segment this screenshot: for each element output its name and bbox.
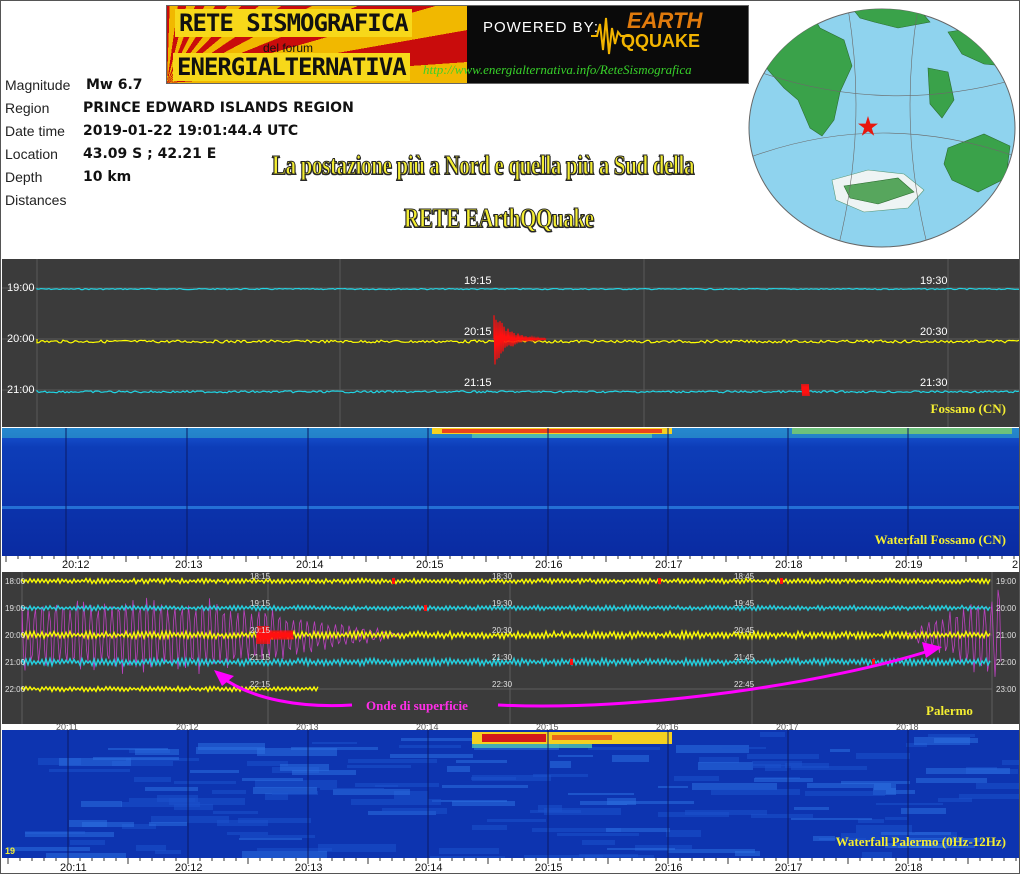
- note-line-2: RETE EArthQQuake: [404, 203, 595, 234]
- palermo-top-tick: 20:11: [56, 724, 78, 732]
- banner-title-top: RETE SISMOGRAFICA: [175, 9, 412, 37]
- palermo-inner-label: 18:15: [250, 572, 271, 581]
- region-label: Region: [5, 100, 50, 116]
- fossano-row-1-mid: 19:15: [464, 275, 492, 287]
- magnitude-label: Magnitude: [5, 77, 71, 93]
- axis1-tick-label: 2: [1012, 559, 1018, 571]
- location-label: Location: [5, 146, 58, 162]
- palermo-inner-label: 22:30: [492, 680, 513, 689]
- datetime-label: Date time: [5, 123, 65, 139]
- axis1-tick-label: 20:13: [175, 559, 203, 571]
- axis1-tick-label: 20:18: [775, 559, 803, 571]
- fossano-row-2-label: 20:00: [7, 333, 35, 345]
- palermo-left-label: 22:00: [5, 685, 26, 694]
- palermo-right-label: 22:00: [996, 658, 1017, 667]
- banner-logo: RETE SISMOGRAFICA del forum ENERGIALTERN…: [166, 5, 749, 84]
- waterfall-palermo-corner-label: 19: [5, 846, 15, 856]
- axis2-tick-label: 20:13: [295, 862, 323, 874]
- axis2-tick-label: 20:18: [895, 862, 923, 874]
- palermo-left-label: 18:00: [5, 577, 26, 586]
- palermo-inner-label: 19:45: [734, 599, 755, 608]
- palermo-top-tick: 20:16: [656, 724, 679, 732]
- depth-value: 10 km: [83, 169, 132, 185]
- palermo-left-label: 20:00: [5, 631, 26, 640]
- axis1-tick-label: 20:19: [895, 559, 923, 571]
- palermo-left-label: 19:00: [5, 604, 26, 613]
- palermo-top-tick: 20:14: [416, 724, 439, 732]
- axis2-tick-label: 20:17: [775, 862, 803, 874]
- fossano-row-2-mid: 20:15: [464, 326, 492, 338]
- palermo-inner-label: 21:45: [734, 653, 755, 662]
- region-value: PRINCE EDWARD ISLANDS REGION: [83, 100, 354, 116]
- waterfall-palermo: 20:11 20:12 20:13 20:14 20:15 20:16 20:1…: [2, 724, 1020, 858]
- fossano-row-1-right: 19:30: [920, 275, 948, 287]
- axis2-tick-label: 20:16: [655, 862, 683, 874]
- axis2-tick-label: 20:12: [175, 862, 203, 874]
- palermo-top-tick: 20:17: [776, 724, 799, 732]
- depth-label: Depth: [5, 169, 43, 185]
- palermo-inner-label: 18:45: [734, 572, 755, 581]
- waterfall-palermo-caption: Waterfall Palermo (0Hz-12Hz): [836, 834, 1006, 849]
- palermo-inner-label: 21:30: [492, 653, 513, 662]
- surface-waves-annotation: Onde di superficie: [366, 698, 468, 713]
- palermo-inner-label: 19:30: [492, 599, 513, 608]
- palermo-top-tick: 20:15: [536, 724, 559, 732]
- axis2-tick-label: 20:11: [60, 862, 87, 874]
- palermo-inner-label: 20:15: [250, 626, 271, 635]
- distances-label: Distances: [5, 192, 67, 208]
- axis1-tick-label: 20:12: [62, 559, 90, 571]
- fossano-row-1-label: 19:00: [7, 282, 35, 294]
- palermo-top-tick: 20:13: [296, 724, 319, 732]
- palermo-right-label: 20:00: [996, 604, 1017, 613]
- fossano-row-3-label: 21:00: [7, 384, 35, 396]
- globe-map: [748, 8, 1016, 248]
- palermo-right-label: 21:00: [996, 631, 1017, 640]
- axis1-tick-label: 20:14: [296, 559, 324, 571]
- powered-by-label: POWERED BY:: [483, 19, 600, 36]
- fossano-row-2-right: 20:30: [920, 326, 948, 338]
- palermo-right-label: 23:00: [996, 685, 1017, 694]
- waterfall-fossano-caption: Waterfall Fossano (CN): [875, 532, 1006, 547]
- axis2-tick-label: 20:14: [415, 862, 443, 874]
- magnitude-value: Mw 6.7: [86, 77, 143, 93]
- fossano-helicorder: Fossano (CN) 19:00 20:00 21:00 19:15 20:…: [2, 259, 1020, 427]
- banner-url-link[interactable]: http://www.energialternativa.info/ReteSi…: [423, 62, 692, 78]
- palermo-top-tick: 20:12: [176, 724, 199, 732]
- palermo-inner-label: 22:45: [734, 680, 755, 689]
- location-value: 43.09 S ; 42.21 E: [83, 146, 217, 162]
- banner-title-bottom: ENERGIALTERNATIVA: [173, 53, 410, 81]
- note-line-1: La postazione più a Nord e quella più a …: [272, 150, 695, 181]
- axis1-tick-label: 20:15: [416, 559, 444, 571]
- fossano-caption: Fossano (CN): [931, 401, 1006, 416]
- waterfall-fossano-time-axis: 20:12 20:13 20:14 20:15 20:16 20:17 20:1…: [2, 556, 1020, 572]
- palermo-inner-label: 20:45: [734, 626, 755, 635]
- waterfall-palermo-time-axis: 20:11 20:12 20:13 20:14 20:15 20:16 20:1…: [2, 858, 1020, 874]
- palermo-caption: Palermo: [926, 703, 973, 718]
- fossano-row-3-right: 21:30: [920, 377, 948, 389]
- palermo-inner-label: 18:30: [492, 572, 513, 581]
- palermo-left-label: 21:00: [5, 658, 26, 667]
- palermo-inner-label: 20:30: [492, 626, 513, 635]
- palermo-inner-label: 21:15: [250, 653, 271, 662]
- axis1-tick-label: 20:16: [535, 559, 563, 571]
- palermo-inner-label: 22:15: [250, 680, 271, 689]
- datetime-value: 2019-01-22 19:01:44.4 UTC: [83, 123, 299, 139]
- palermo-helicorder: 18:00 19:00 20:00 21:00 22:00 19:00 20:0…: [2, 572, 1020, 724]
- waterfall-fossano: Waterfall Fossano (CN): [2, 428, 1020, 556]
- fossano-row-3-mid: 21:15: [464, 377, 492, 389]
- axis1-tick-label: 20:17: [655, 559, 683, 571]
- palermo-inner-label: 19:15: [250, 599, 271, 608]
- palermo-right-label: 19:00: [996, 577, 1017, 586]
- qquake-logo-text: QQUAKE: [621, 31, 701, 51]
- axis2-tick-label: 20:15: [535, 862, 563, 874]
- palermo-top-tick: 20:18: [896, 724, 919, 732]
